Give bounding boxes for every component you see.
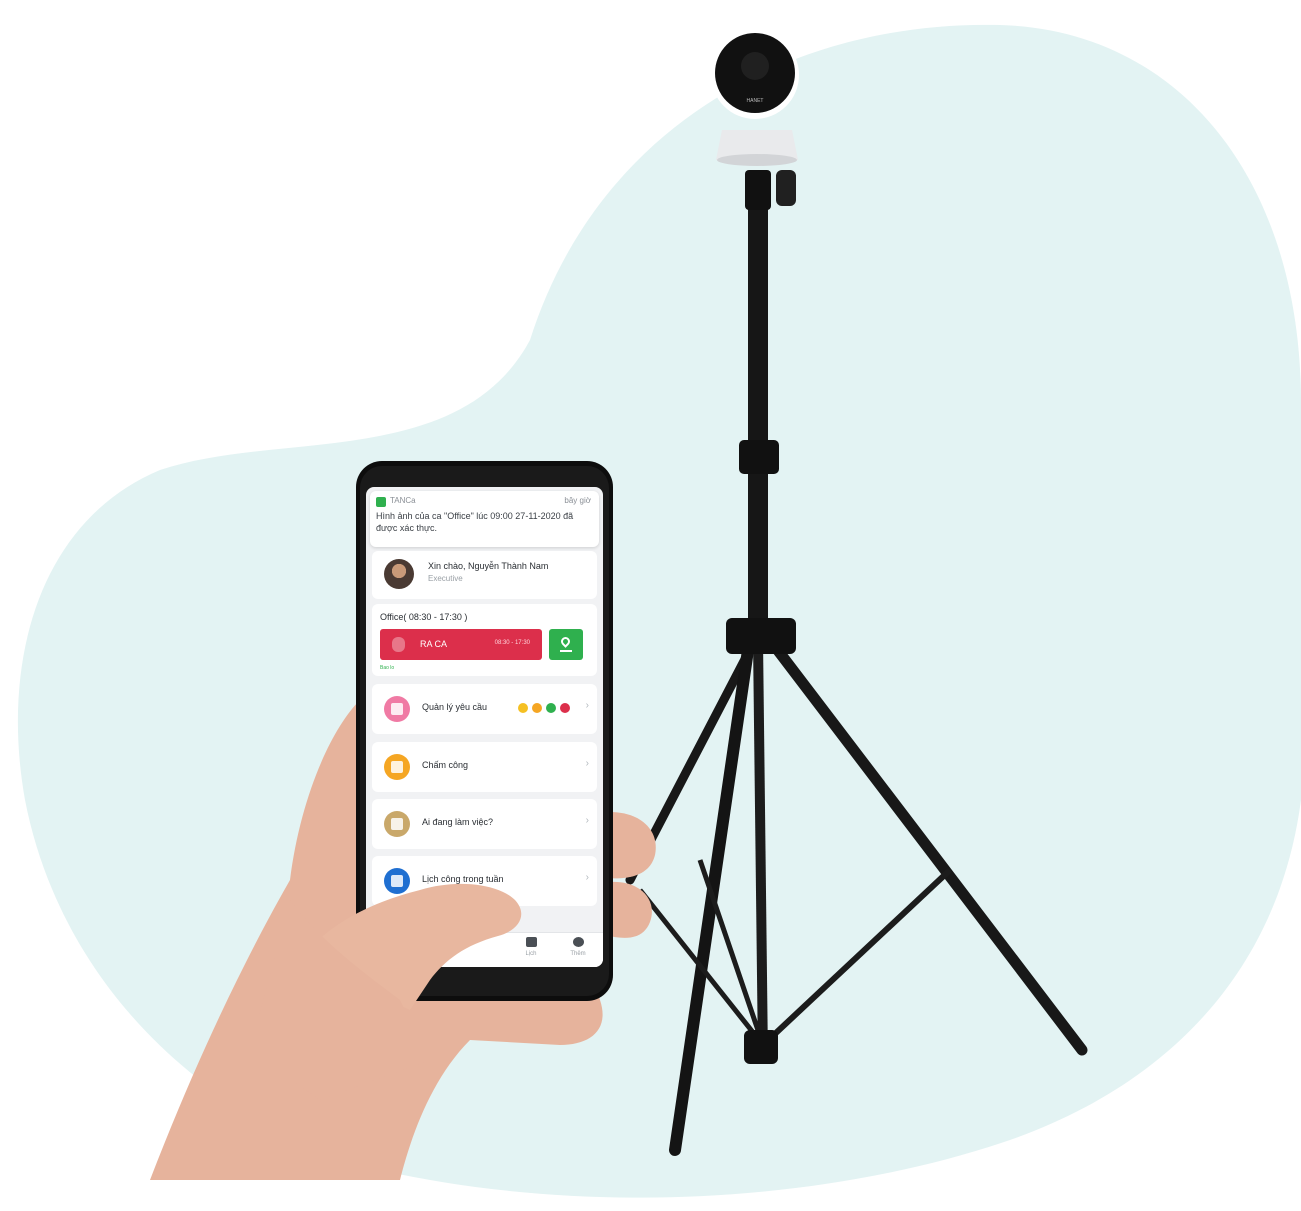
shift-card: Office( 08:30 - 17:30 ) RA CA 08:30 - 17…	[372, 604, 597, 676]
shift-note: Bao lo	[380, 665, 395, 671]
app-icon	[376, 497, 386, 507]
tab-label-more: Thêm	[570, 951, 586, 957]
user-role: Executive	[428, 574, 463, 583]
more-icon	[572, 937, 584, 947]
notification-time: bây giờ	[564, 496, 591, 505]
notification-banner[interactable]: TANCa bây giờ Hình ảnh của ca "Office" l…	[370, 491, 599, 547]
menu-label-attendance: Chấm công	[422, 760, 469, 770]
menu-label-weekly-schedule: Lịch công trong tuần	[422, 874, 504, 884]
menu-item-requests[interactable]: Quản lý yêu cầu ›	[372, 684, 597, 734]
location-pin-icon	[559, 635, 572, 648]
bottom-tab-bar: Lịch Thêm	[366, 932, 603, 967]
avatar[interactable]	[384, 559, 414, 589]
notification-message: Hình ảnh của ca "Office" lúc 09:00 27-11…	[376, 511, 574, 533]
menu-label-who-working: Ai đang làm việc?	[422, 817, 494, 827]
notification-app-name: TANCa	[390, 496, 416, 505]
shift-title: Office( 08:30 - 17:30 )	[380, 612, 468, 622]
chevron-right-icon: ›	[585, 815, 589, 826]
greeting-text: Xin chào, Nguyễn Thành Nam	[428, 561, 549, 571]
chevron-right-icon: ›	[585, 700, 589, 711]
greeting-card: Xin chào, Nguyễn Thành Nam Executive	[372, 551, 597, 599]
checkout-label: RA CA	[420, 639, 448, 649]
illustration: HANET	[17, 24, 1301, 1198]
menu-label-requests: Quản lý yêu cầu	[422, 702, 488, 712]
menu-item-attendance[interactable]: Chấm công ›	[372, 742, 597, 792]
chevron-right-icon: ›	[585, 872, 589, 883]
request-status-dots	[518, 703, 574, 715]
background-blob	[17, 24, 1301, 1198]
phone-screen: TANCa bây giờ Hình ảnh của ca "Office" l…	[366, 487, 603, 967]
menu-item-weekly-schedule[interactable]: Lịch công trong tuần ›	[372, 856, 597, 906]
location-button[interactable]	[549, 629, 583, 660]
chevron-right-icon: ›	[585, 758, 589, 769]
tab-more[interactable]: Thêm	[558, 937, 598, 957]
checkout-hours: 08:30 - 17:30	[494, 640, 530, 646]
fingerprint-icon	[392, 637, 405, 652]
checkout-button[interactable]: RA CA 08:30 - 17:30	[380, 629, 542, 660]
tab-calendar[interactable]: Lịch	[511, 937, 551, 957]
menu-item-who-working[interactable]: Ai đang làm việc? ›	[372, 799, 597, 849]
grid-calendar-icon	[525, 937, 537, 947]
camera-brand: HANET	[747, 98, 764, 104]
tab-label-calendar: Lịch	[525, 951, 537, 957]
